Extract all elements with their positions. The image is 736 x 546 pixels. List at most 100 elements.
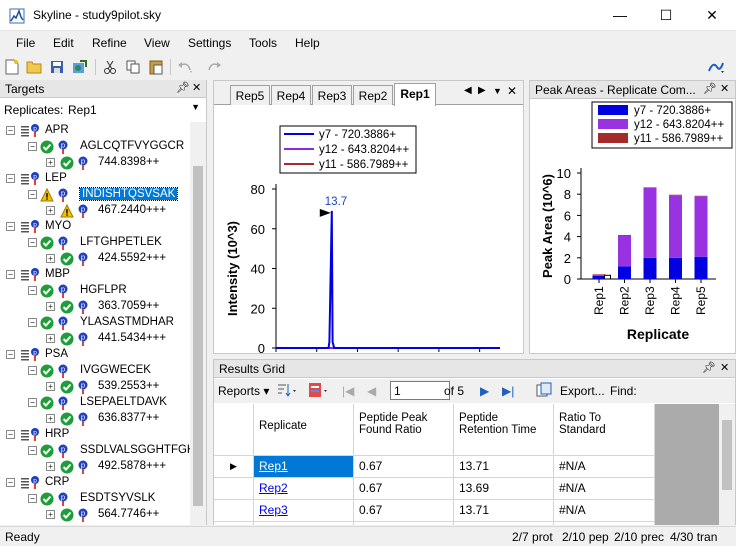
peptide-node[interactable]: − p HGFLPR xyxy=(0,283,190,299)
scrollbar-thumb[interactable] xyxy=(193,166,203,506)
peptide-node[interactable]: − p IVGGWECEK xyxy=(0,363,190,379)
expand-toggle-icon[interactable]: + xyxy=(46,510,55,519)
row-header[interactable] xyxy=(214,522,254,525)
expand-toggle-icon[interactable]: + xyxy=(46,382,55,391)
close-icon[interactable]: ✕ xyxy=(192,81,201,94)
close-button[interactable]: ✕ xyxy=(689,0,735,31)
precursor-node[interactable]: + p 441.5434+++ xyxy=(0,331,190,347)
expand-toggle-icon[interactable]: − xyxy=(6,174,15,183)
pin-icon[interactable]: 📌︎ xyxy=(703,82,717,95)
tab-rep5[interactable]: Rep5 xyxy=(230,85,270,105)
precursor-node[interactable]: + p 636.8377++ xyxy=(0,411,190,427)
precursor-node[interactable]: + p 424.5592+++ xyxy=(0,251,190,267)
menu-refine[interactable]: Refine xyxy=(92,36,127,50)
expand-toggle-icon[interactable]: + xyxy=(46,462,55,471)
export-button[interactable]: Export... xyxy=(560,384,605,398)
protein-node[interactable]: − p MYO xyxy=(0,219,190,235)
tab-scroll-left-icon[interactable]: ◀ xyxy=(464,85,472,96)
expand-toggle-icon[interactable]: − xyxy=(28,494,37,503)
expand-toggle-icon[interactable]: − xyxy=(6,222,15,231)
close-icon[interactable]: ✕ xyxy=(720,82,729,95)
expand-toggle-icon[interactable]: − xyxy=(28,398,37,407)
chevron-down-icon[interactable]: ▼ xyxy=(191,102,200,112)
table-row-replicate[interactable]: Rep4 xyxy=(254,522,354,525)
table-row-replicate[interactable]: Rep2 xyxy=(254,478,354,500)
expand-toggle-icon[interactable]: − xyxy=(6,270,15,279)
expand-toggle-icon[interactable]: − xyxy=(28,318,37,327)
row-header[interactable] xyxy=(214,500,254,522)
expand-toggle-icon[interactable]: + xyxy=(46,302,55,311)
precursor-node[interactable]: + p 492.5878+++ xyxy=(0,459,190,475)
replicates-combo[interactable]: Rep1 ▼ xyxy=(63,100,205,120)
new-file-icon[interactable] xyxy=(3,58,21,76)
protein-node[interactable]: − p MBP xyxy=(0,267,190,283)
menu-view[interactable]: View xyxy=(144,36,170,50)
table-row-replicate[interactable]: Rep1 xyxy=(254,456,354,478)
tab-rep4[interactable]: Rep4 xyxy=(271,85,311,105)
close-icon[interactable]: ✕ xyxy=(720,361,729,374)
replicate-link[interactable]: Rep1 xyxy=(259,459,288,473)
row-header[interactable] xyxy=(214,478,254,500)
expand-toggle-icon[interactable]: + xyxy=(46,158,55,167)
expand-toggle-icon[interactable]: − xyxy=(6,478,15,487)
peptide-search-icon[interactable] xyxy=(707,58,725,76)
protein-node[interactable]: − p PSA xyxy=(0,347,190,363)
protein-node[interactable]: − p LEP xyxy=(0,171,190,187)
peptide-node[interactable]: − p LSEPAELTDAVK xyxy=(0,395,190,411)
reports-dropdown[interactable]: Reports ▾ xyxy=(218,384,269,398)
results-scrollbar[interactable] xyxy=(719,404,735,525)
column-header[interactable]: Peptide Retention Time xyxy=(454,404,554,456)
maximize-button[interactable]: ☐ xyxy=(643,0,689,31)
column-header[interactable]: Peptide Peak Found Ratio xyxy=(354,404,454,456)
replicate-link[interactable]: Rep3 xyxy=(259,503,288,517)
replicate-link[interactable]: Rep2 xyxy=(259,481,288,495)
expand-toggle-icon[interactable]: − xyxy=(28,446,37,455)
menu-tools[interactable]: Tools xyxy=(249,36,277,50)
save-icon[interactable] xyxy=(48,58,66,76)
copy-icon[interactable] xyxy=(124,58,142,76)
tab-scroll-right-icon[interactable]: ▶ xyxy=(478,85,486,96)
pin-icon[interactable]: 📌︎ xyxy=(702,361,716,374)
expand-toggle-icon[interactable]: + xyxy=(46,414,55,423)
tab-list-icon[interactable]: ▼ xyxy=(493,86,502,96)
expand-toggle-icon[interactable]: − xyxy=(28,238,37,247)
scrollbar-thumb[interactable] xyxy=(722,420,732,490)
publish-icon[interactable] xyxy=(71,58,89,76)
precursor-node[interactable]: + p 467.2440+++ xyxy=(0,203,190,219)
targets-scrollbar[interactable] xyxy=(190,122,206,525)
minimize-button[interactable]: — xyxy=(597,0,643,31)
expand-toggle-icon[interactable]: − xyxy=(28,366,37,375)
peptide-node[interactable]: − p INDISHTQSVSAK xyxy=(0,187,190,203)
menu-edit[interactable]: Edit xyxy=(53,36,74,50)
precursor-node[interactable]: + p 363.7059++ xyxy=(0,299,190,315)
precursor-node[interactable]: + p 744.8398++ xyxy=(0,155,190,171)
tab-rep3[interactable]: Rep3 xyxy=(312,85,352,105)
menu-help[interactable]: Help xyxy=(295,36,320,50)
expand-toggle-icon[interactable]: + xyxy=(46,254,55,263)
tab-rep1[interactable]: Rep1 xyxy=(394,83,436,106)
expand-toggle-icon[interactable]: − xyxy=(6,126,15,135)
last-page-icon[interactable]: ▶| xyxy=(502,384,514,398)
column-header[interactable]: Replicate xyxy=(254,404,354,456)
expand-toggle-icon[interactable]: + xyxy=(46,206,55,215)
protein-node[interactable]: − p APR xyxy=(0,123,190,139)
filter-icon[interactable] xyxy=(308,382,330,401)
sort-icon[interactable] xyxy=(276,382,298,401)
expand-toggle-icon[interactable]: + xyxy=(46,334,55,343)
pin-icon[interactable]: 📌︎ xyxy=(176,81,190,94)
chromatogram-chart[interactable]: y7 - 720.3886+ y12 - 643.8204++ y11 - 586.… xyxy=(214,106,523,354)
peptide-node[interactable]: − p SSDLVALSGGHTFGK xyxy=(0,443,190,459)
table-row-replicate[interactable]: Rep3 xyxy=(254,500,354,522)
open-folder-icon[interactable] xyxy=(25,58,43,76)
page-number-field[interactable]: 1 xyxy=(390,381,450,400)
peptide-node[interactable]: − p YLASASTMDHAR xyxy=(0,315,190,331)
expand-toggle-icon[interactable]: − xyxy=(28,190,37,199)
undo-icon[interactable] xyxy=(176,58,194,76)
expand-toggle-icon[interactable]: − xyxy=(6,350,15,359)
protein-node[interactable]: − p HRP xyxy=(0,427,190,443)
expand-toggle-icon[interactable]: − xyxy=(28,142,37,151)
close-icon[interactable]: ✕ xyxy=(507,84,517,98)
menu-settings[interactable]: Settings xyxy=(188,36,231,50)
peak-areas-chart[interactable]: y7 - 720.3886+ y12 - 643.8204++ y11 - 586.… xyxy=(530,100,735,354)
expand-toggle-icon[interactable]: − xyxy=(6,430,15,439)
